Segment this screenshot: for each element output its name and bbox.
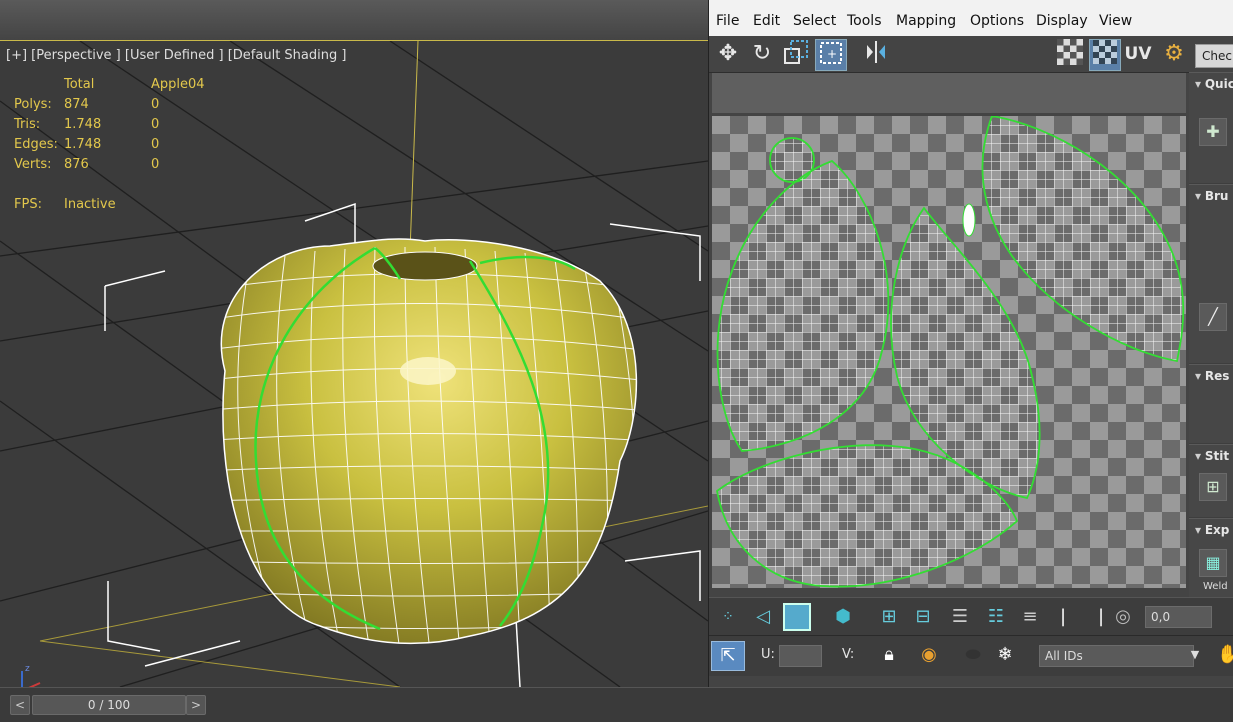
snowflake-icon[interactable]: ❄: [991, 641, 1019, 669]
gear-icon[interactable]: ⚙: [1159, 39, 1189, 69]
uv-editor-window: File Edit Select Tools Mapping Options D…: [708, 0, 1233, 687]
uv-edit-canvas[interactable]: [712, 116, 1186, 588]
uv-main-toolbar: ✥ ↻ + UV ⚙ Check: [709, 36, 1233, 73]
stitch-icon[interactable]: ⊞: [1199, 473, 1227, 501]
menu-view[interactable]: View: [1099, 13, 1132, 29]
uv-selection-toolbar: ⁘ ◁ ⬢ ⊞ ⊟ ☰ ☷ ≡ | | ◎ 0,0: [709, 597, 1233, 636]
menu-mapping[interactable]: Mapping: [896, 13, 956, 29]
timeline-prev-button[interactable]: <: [10, 695, 30, 715]
eye-icon[interactable]: ◉: [915, 641, 943, 669]
svg-text:+: +: [827, 47, 837, 61]
u-label: U:: [761, 647, 775, 662]
v-label: V:: [842, 647, 855, 662]
checker-pattern-icon[interactable]: [1055, 39, 1085, 69]
menu-display[interactable]: Display: [1036, 13, 1088, 29]
menu-file[interactable]: File: [716, 13, 739, 29]
menu-edit[interactable]: Edit: [753, 13, 780, 29]
edge-mode-icon[interactable]: ◁: [749, 603, 777, 631]
shrink-selection-icon[interactable]: ⊟: [909, 603, 937, 631]
rollout-explode[interactable]: Exp ▦ Weld: [1189, 518, 1233, 598]
separator-bar: |: [1059, 606, 1067, 627]
timeline-next-button[interactable]: >: [186, 695, 206, 715]
menu-tools[interactable]: Tools: [847, 13, 882, 29]
stats-label-verts: Verts:: [14, 157, 52, 172]
checker-dropdown[interactable]: Check: [1195, 44, 1233, 68]
uv-coordinate-toolbar: ⇱ U: V: 🔒︎ ◉ ⬬ ❄ All IDs ▼ ✋: [709, 635, 1233, 676]
svg-text:z: z: [25, 664, 30, 674]
ring-icon[interactable]: ☷: [981, 603, 1011, 631]
falloff-spinner[interactable]: 0,0: [1145, 606, 1212, 628]
checker-toggle-icon[interactable]: [1089, 39, 1121, 71]
uv-island-1: [716, 159, 890, 452]
u-field[interactable]: [779, 645, 822, 667]
rollout-quick-transform[interactable]: Quic ✚: [1189, 72, 1233, 183]
menu-select[interactable]: Select: [793, 13, 836, 29]
brush-line-icon[interactable]: ╱: [1199, 303, 1227, 331]
polygon-mode-icon[interactable]: [783, 603, 811, 631]
stats-total-tris: 1.748: [64, 117, 102, 132]
weld-icon[interactable]: ▦: [1199, 549, 1227, 577]
uv-info-bar: [712, 73, 1186, 113]
axis-gizmo: z: [21, 664, 41, 687]
rollout-reshape[interactable]: Res: [1189, 364, 1233, 443]
main-toolbar-strip: [0, 0, 708, 41]
element-mode-icon[interactable]: ⬢: [829, 603, 857, 631]
apple-mesh: [220, 238, 638, 645]
scale-icon[interactable]: [781, 39, 811, 69]
stats-header-total: Total: [64, 77, 95, 92]
menu-options[interactable]: Options: [970, 13, 1024, 29]
stats-object-polys: 0: [151, 97, 160, 112]
chevron-down-icon[interactable]: ▼: [1187, 641, 1203, 669]
grow-selection-icon[interactable]: ⊞: [875, 603, 903, 631]
quick-plus-icon[interactable]: ✚: [1199, 118, 1227, 146]
freeform-icon[interactable]: +: [815, 39, 847, 71]
stats-object-edges: 0: [151, 137, 160, 152]
soft-select-bar[interactable]: |: [1093, 603, 1109, 631]
timeline-bar: < 0 / 100 >: [0, 687, 1233, 722]
stats-label-polys: Polys:: [14, 97, 52, 112]
uv-toggle-button[interactable]: UV: [1123, 39, 1153, 69]
hide-icon[interactable]: ⬬: [959, 641, 987, 669]
stats-label-edges: Edges:: [14, 137, 58, 152]
scene-render: z: [0, 41, 708, 687]
stats-header-object: Apple04: [151, 77, 205, 92]
rollout-stitch[interactable]: Stit ⊞: [1189, 444, 1233, 517]
uv-menu-bar: File Edit Select Tools Mapping Options D…: [709, 0, 1233, 36]
edge-ring-icon[interactable]: ≡: [1015, 603, 1045, 631]
mirror-icon[interactable]: [861, 39, 891, 69]
stats-object-verts: 0: [151, 157, 160, 172]
hand-icon[interactable]: ✋: [1217, 641, 1233, 669]
perspective-viewport[interactable]: z [+] [Perspective ] [User Defined ] [De…: [0, 40, 709, 688]
rollout-brush[interactable]: Bru ╱: [1189, 184, 1233, 363]
viewport-label[interactable]: [+] [Perspective ] [User Defined ] [Defa…: [6, 48, 346, 63]
rotate-icon[interactable]: ↻: [747, 39, 777, 69]
time-slider[interactable]: 0 / 100: [32, 695, 186, 715]
uv-rollout-panel: Quic ✚ Bru ╱ Res Stit ⊞ Exp ▦ Weld: [1189, 72, 1233, 598]
transform-mode-icon[interactable]: ⇱: [711, 641, 745, 671]
uv-islands: [716, 116, 1185, 588]
loop-icon[interactable]: ☰: [945, 603, 975, 631]
stats-total-edges: 1.748: [64, 137, 102, 152]
move-icon[interactable]: ✥: [713, 39, 743, 69]
vertex-mode-icon[interactable]: ⁘: [711, 603, 745, 631]
weld-label: Weld: [1203, 581, 1228, 592]
fps-label: FPS:: [14, 197, 42, 212]
soft-selection-icon[interactable]: ◎: [1109, 603, 1137, 631]
stats-total-polys: 874: [64, 97, 89, 112]
stats-label-tris: Tris:: [14, 117, 41, 132]
stats-object-tris: 0: [151, 117, 160, 132]
material-id-dropdown[interactable]: All IDs: [1039, 645, 1194, 667]
lock-icon[interactable]: 🔒︎: [875, 641, 903, 669]
fps-value: Inactive: [64, 197, 116, 212]
stats-total-verts: 876: [64, 157, 89, 172]
